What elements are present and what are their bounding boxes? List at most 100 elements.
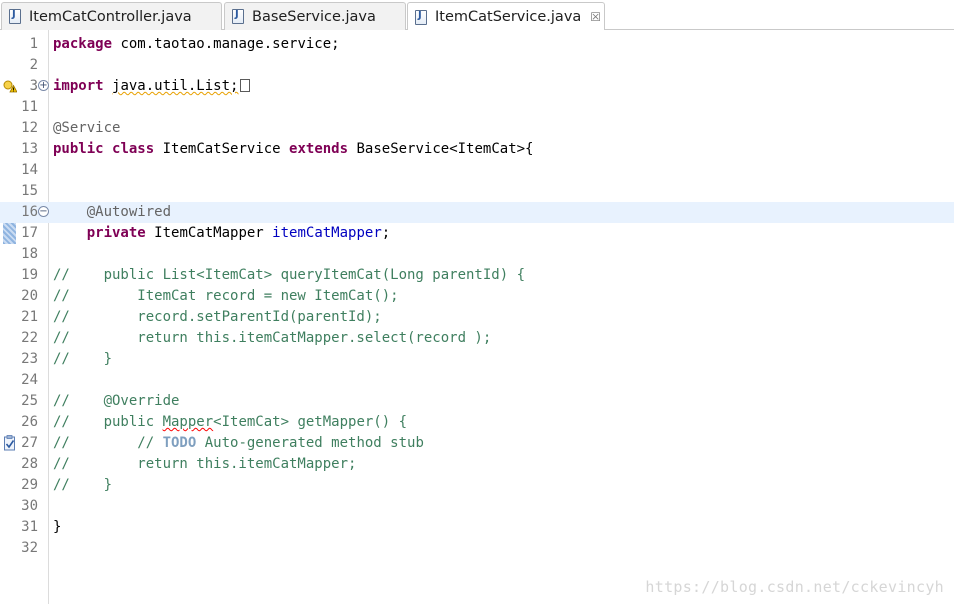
- code-token: class: [112, 141, 155, 157]
- code-text: // // TODO Auto-generated method stub: [53, 433, 424, 454]
- line-number: 19: [21, 267, 38, 283]
- code-text: // }: [53, 475, 112, 496]
- line-number: 3: [29, 78, 38, 94]
- code-line[interactable]: 11: [0, 97, 954, 118]
- fold-collapse-icon[interactable]: −: [38, 206, 49, 217]
- code-line[interactable]: 23 // }: [0, 349, 954, 370]
- code-token: itemCatMapper: [272, 225, 382, 241]
- code-token: // @Override: [53, 393, 180, 409]
- code-token: package: [53, 36, 113, 52]
- line-number: 1: [29, 36, 38, 52]
- line-number: 26: [21, 414, 38, 430]
- code-token: Mapper: [162, 414, 214, 430]
- code-line[interactable]: 19 // public List<ItemCat> queryItemCat(L…: [0, 265, 954, 286]
- line-number: 15: [21, 183, 38, 199]
- tab-itemcatservice[interactable]: ItemCatService.java ☒: [407, 2, 605, 31]
- java-file-icon: [232, 9, 244, 24]
- tab-itemcatcontroller[interactable]: ItemCatController.java: [1, 2, 222, 30]
- line-number: 30: [21, 498, 38, 514]
- code-token: import: [53, 78, 104, 94]
- tab-baseservice[interactable]: BaseService.java: [224, 2, 406, 30]
- code-token: // return this.itemCatMapper.select(reco…: [53, 330, 492, 346]
- code-line[interactable]: 25 // @Override: [0, 391, 954, 412]
- line-number: 11: [21, 99, 38, 115]
- line-number: 2: [29, 57, 38, 73]
- code-line[interactable]: 29 // }: [0, 475, 954, 496]
- line-number: 25: [21, 393, 38, 409]
- code-token: }: [53, 519, 62, 535]
- code-token: // return this.itemCatMapper;: [53, 456, 357, 472]
- code-line[interactable]: 24: [0, 370, 954, 391]
- line-number: 28: [21, 456, 38, 472]
- line-number: 32: [21, 540, 38, 556]
- code-token: // public: [53, 414, 163, 430]
- code-token: // ItemCat record = new ItemCat();: [53, 288, 399, 304]
- code-token: com.taotao.manage.service;: [112, 36, 340, 52]
- code-token: // record.setParentId(parentId);: [53, 309, 382, 325]
- code-token: // }: [53, 351, 113, 367]
- code-text: // public Mapper<ItemCat> getMapper() {: [53, 412, 407, 433]
- code-line[interactable]: 21 // record.setParentId(parentId);: [0, 307, 954, 328]
- code-line[interactable]: 2: [0, 55, 954, 76]
- folded-region-box[interactable]: [240, 79, 251, 92]
- code-text: }: [53, 517, 61, 538]
- code-line[interactable]: 28 // return this.itemCatMapper;: [0, 454, 954, 475]
- code-line[interactable]: 13 public class ItemCatService extends Ba…: [0, 139, 954, 160]
- code-line[interactable]: 32: [0, 538, 954, 559]
- code-token: Auto-generated method stub: [196, 435, 424, 451]
- code-line[interactable]: 27 // // TODO Auto-generated method stub: [0, 433, 954, 454]
- watermark: https://blog.csdn.net/cckevincyh: [645, 578, 944, 596]
- code-line[interactable]: 20 // ItemCat record = new ItemCat();: [0, 286, 954, 307]
- code-token: public: [53, 141, 104, 157]
- code-line[interactable]: 1 package com.taotao.manage.service;: [0, 34, 954, 55]
- code-line[interactable]: 31}: [0, 517, 954, 538]
- java-file-icon: [415, 9, 427, 25]
- code-editor[interactable]: 1 package com.taotao.manage.service; 2 3 + im…: [0, 30, 954, 604]
- code-token: ItemCatService: [154, 141, 290, 157]
- code-line[interactable]: 16− @Autowired: [0, 202, 954, 223]
- code-text: @Service: [53, 118, 120, 139]
- line-number: 29: [21, 477, 38, 493]
- task-icon[interactable]: [3, 435, 17, 451]
- fold-expand-icon[interactable]: +: [38, 80, 49, 91]
- code-line[interactable]: 22 // return this.itemCatMapper.select(re…: [0, 328, 954, 349]
- code-token: extends: [289, 141, 349, 157]
- tab-label: ItemCatController.java: [29, 8, 192, 25]
- line-number: 23: [21, 351, 38, 367]
- code-text: // public List<ItemCat> queryItemCat(Lon…: [53, 265, 525, 286]
- line-number: 22: [21, 330, 38, 346]
- code-token: // }: [53, 477, 113, 493]
- code-line[interactable]: 17 private ItemCatMapper itemCatMapper;: [0, 223, 954, 244]
- code-token: @Service: [53, 120, 121, 136]
- close-icon[interactable]: ☒: [590, 11, 601, 23]
- code-token: <ItemCat> getMapper() {: [213, 414, 408, 430]
- code-line[interactable]: 3 + import java.util.List;: [0, 76, 954, 97]
- code-line[interactable]: 30: [0, 496, 954, 517]
- line-number: 27: [21, 435, 38, 451]
- eclipse-editor-window: ItemCatController.java BaseService.java …: [0, 0, 954, 604]
- line-number: 21: [21, 309, 38, 325]
- line-number: 18: [21, 246, 38, 262]
- code-token: ItemCatMapper: [145, 225, 273, 241]
- code-token: @Autowired: [86, 204, 172, 220]
- code-text: // return this.itemCatMapper.select(reco…: [53, 328, 491, 349]
- code-text: package com.taotao.manage.service;: [53, 34, 340, 55]
- code-line[interactable]: 18: [0, 244, 954, 265]
- code-line[interactable]: 12 @Service: [0, 118, 954, 139]
- editor-tab-bar: ItemCatController.java BaseService.java …: [0, 0, 954, 31]
- warning-icon[interactable]: [3, 79, 18, 93]
- tab-label: BaseService.java: [252, 8, 376, 25]
- code-text: public class ItemCatService extends Base…: [53, 139, 533, 160]
- code-line[interactable]: 14: [0, 160, 954, 181]
- line-number: 16: [21, 204, 38, 220]
- line-number: 20: [21, 288, 38, 304]
- line-number: 14: [21, 162, 38, 178]
- code-line[interactable]: 15: [0, 181, 954, 202]
- tab-label: ItemCatService.java: [435, 9, 582, 25]
- code-line[interactable]: 26 // public Mapper<ItemCat> getMapper() …: [0, 412, 954, 433]
- code-text: private ItemCatMapper itemCatMapper;: [53, 223, 390, 244]
- code-token: ;: [381, 225, 391, 241]
